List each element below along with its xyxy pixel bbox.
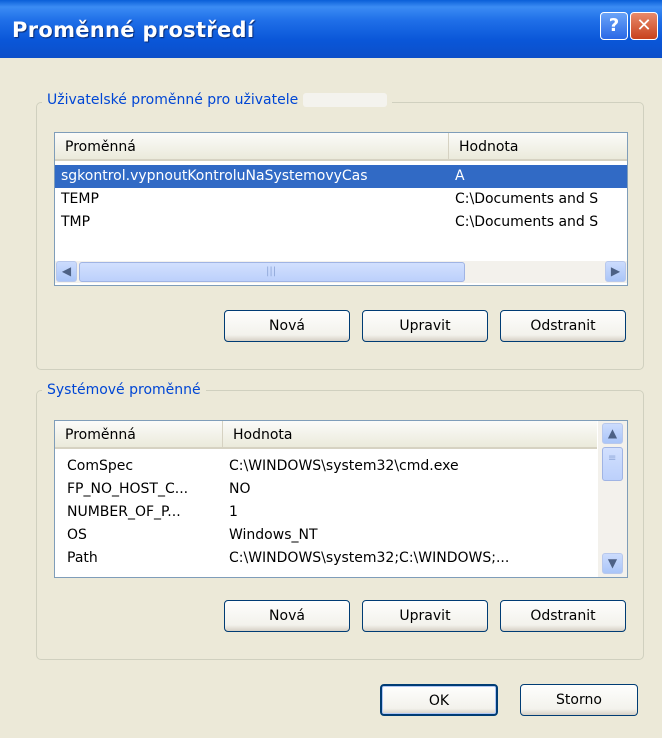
system-edit-button[interactable]: Upravit — [362, 600, 488, 632]
user-variables-label: Uživatelské proměnné pro uživatele — [42, 92, 392, 108]
scroll-down-arrow-icon[interactable]: ▼ — [602, 553, 623, 574]
redacted-username — [302, 93, 387, 107]
var-value: C:\WINDOWS\system32\cmd.exe — [229, 458, 459, 474]
var-name: Path — [67, 550, 98, 566]
help-icon[interactable]: ? — [600, 12, 628, 40]
var-value: C:\WINDOWS\system32;C:\WINDOWS;... — [229, 550, 510, 566]
var-name: ComSpec — [67, 458, 134, 474]
column-header-name[interactable]: Proměnná — [55, 133, 449, 159]
var-name: sgkontrol.vypnoutKontroluNaSystemovyCas — [61, 168, 368, 184]
title-bar[interactable]: Proměnné prostředí ? ✕ — [0, 0, 662, 58]
environment-variables-dialog: Proměnné prostředí ? ✕ Uživatelské promě… — [0, 0, 662, 738]
system-delete-button[interactable]: Odstranit — [500, 600, 626, 632]
var-name: NUMBER_OF_P... — [67, 504, 181, 520]
var-name: TEMP — [61, 191, 99, 207]
var-value: Windows_NT — [229, 527, 318, 543]
window-title: Proměnné prostředí — [12, 18, 255, 42]
vertical-scrollbar[interactable]: ▲ ≡ ▼ — [598, 421, 627, 577]
list-item[interactable]: OS Windows_NT — [55, 524, 597, 547]
list-item[interactable]: TMP C:\Documents and S — [55, 211, 627, 234]
var-value: 1 — [229, 504, 238, 520]
system-variables-header: Proměnná Hodnota — [55, 421, 597, 449]
close-icon[interactable]: ✕ — [630, 12, 658, 40]
scroll-left-arrow-icon[interactable]: ◀ — [56, 261, 77, 282]
scroll-right-arrow-icon[interactable]: ▶ — [605, 261, 626, 282]
list-item[interactable]: TEMP C:\Documents and S — [55, 188, 627, 211]
var-value: NO — [229, 481, 251, 497]
var-value: A — [455, 168, 465, 184]
cancel-button[interactable]: Storno — [520, 684, 638, 716]
grip-icon: ||| — [266, 266, 277, 277]
var-value: C:\Documents and S — [455, 214, 599, 230]
grip-icon: ≡ — [608, 453, 617, 464]
var-name: OS — [67, 527, 87, 543]
list-item[interactable]: sgkontrol.vypnoutKontroluNaSystemovyCas … — [55, 165, 627, 188]
list-item[interactable]: FP_NO_HOST_C... NO — [55, 478, 597, 501]
user-delete-button[interactable]: Odstranit — [500, 310, 626, 342]
column-header-value[interactable]: Hodnota — [223, 421, 597, 447]
horizontal-scrollbar[interactable]: ◀ ||| ▶ — [55, 261, 627, 283]
user-new-button[interactable]: Nová — [224, 310, 350, 342]
column-header-name[interactable]: Proměnná — [55, 421, 223, 447]
system-new-button[interactable]: Nová — [224, 600, 350, 632]
user-variables-list[interactable]: Proměnná Hodnota sgkontrol.vypnoutKontro… — [54, 132, 628, 286]
column-header-value[interactable]: Hodnota — [449, 133, 627, 159]
user-variables-header: Proměnná Hodnota — [55, 133, 627, 161]
user-edit-button[interactable]: Upravit — [362, 310, 488, 342]
list-item[interactable]: NUMBER_OF_P... 1 — [55, 501, 597, 524]
system-variables-label: Systémové proměnné — [42, 382, 206, 398]
scroll-up-arrow-icon[interactable]: ▲ — [602, 423, 623, 444]
ok-button[interactable]: OK — [380, 684, 498, 716]
list-item[interactable]: Path C:\WINDOWS\system32;C:\WINDOWS;... — [55, 547, 597, 570]
var-value: C:\Documents and S — [455, 191, 599, 207]
list-item[interactable]: ComSpec C:\WINDOWS\system32\cmd.exe — [55, 455, 597, 478]
scrollbar-thumb[interactable]: ≡ — [602, 447, 623, 481]
var-name: FP_NO_HOST_C... — [67, 481, 189, 497]
system-variables-list[interactable]: Proměnná Hodnota ComSpec C:\WINDOWS\syst… — [54, 420, 628, 578]
var-name: TMP — [61, 214, 91, 230]
scrollbar-thumb[interactable]: ||| — [79, 262, 465, 282]
